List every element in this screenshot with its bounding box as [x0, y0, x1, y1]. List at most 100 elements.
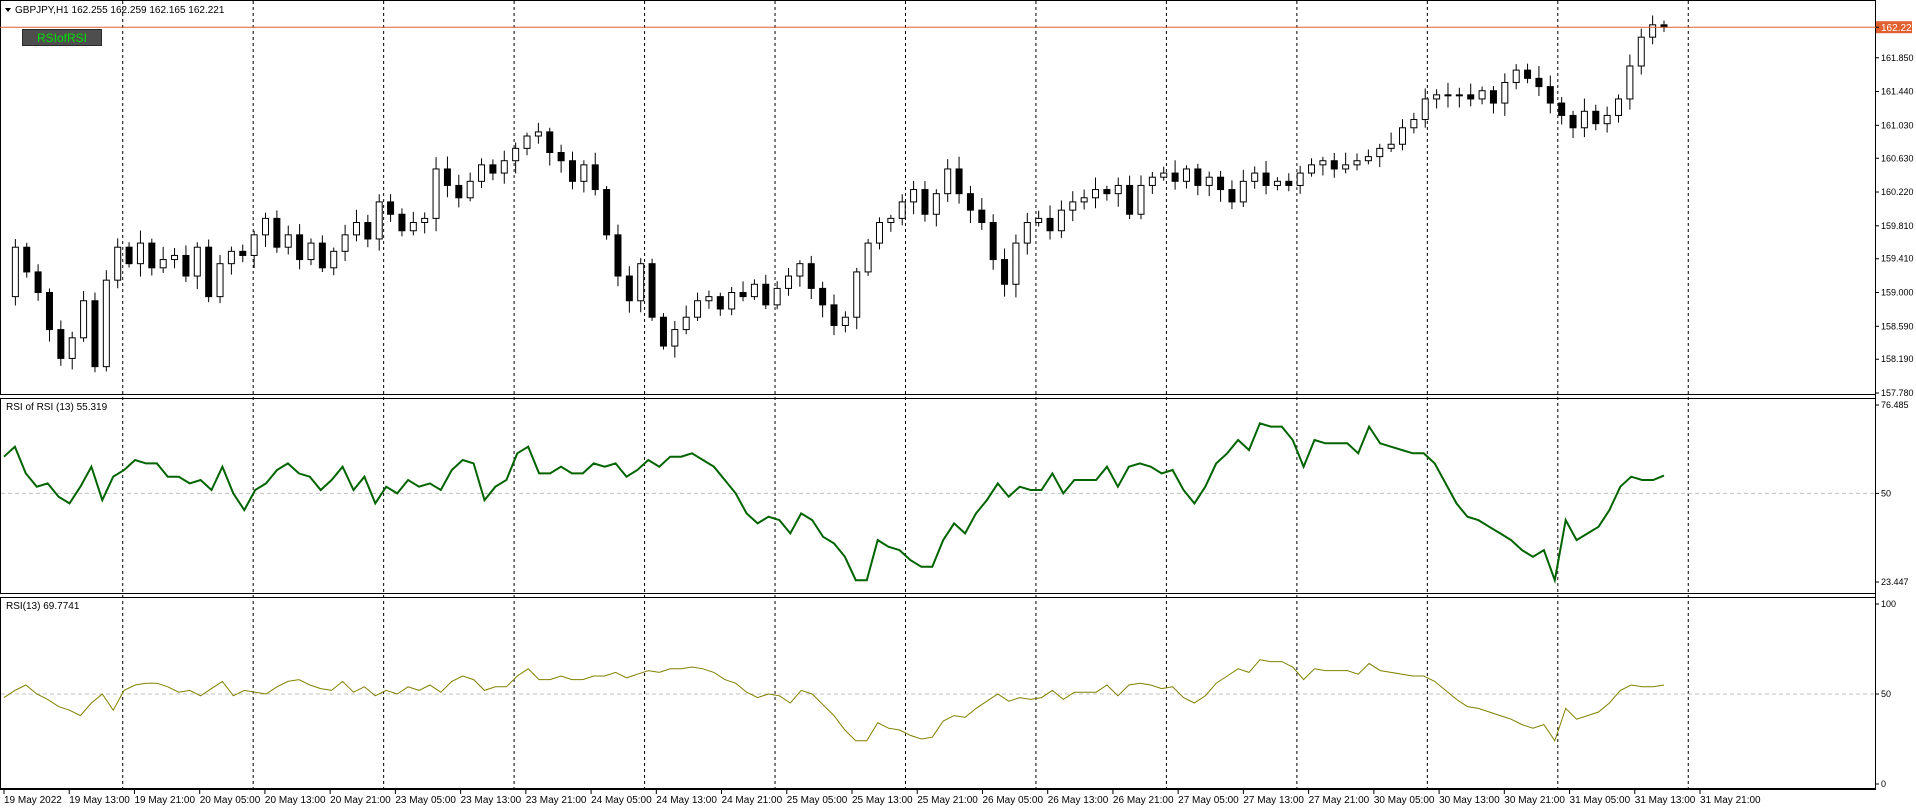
time-tick-label: 31 May 05:00 — [1570, 795, 1631, 806]
time-tick-label: 30 May 21:00 — [1504, 795, 1565, 806]
bull-candle-body — [1353, 160, 1361, 166]
bull-candle-body — [1637, 36, 1645, 67]
bull-candle-body — [671, 329, 679, 347]
bull-candle-body — [523, 135, 531, 149]
bull-candle-body — [478, 164, 486, 182]
chart-window[interactable]: 162.221 161.850 161.440 161.030 160.630 160.… — [0, 0, 1916, 811]
price-tick-label: 161.440 — [1881, 87, 1914, 97]
bull-candle-body — [864, 242, 872, 273]
bear-candle-body — [443, 168, 451, 186]
rsiofrsi-indicator-button[interactable]: RSIofRSI — [22, 29, 102, 46]
bull-candle-body — [841, 316, 849, 326]
bear-candle-body — [364, 222, 372, 240]
time-tick-label: 26 May 21:00 — [1113, 795, 1174, 806]
bull-candle-body — [1455, 94, 1463, 97]
time-tick-label: 31 May 21:00 — [1700, 795, 1761, 806]
price-tick-label: 158.590 — [1881, 321, 1914, 331]
bear-candle-body — [819, 287, 827, 306]
rsi-axis: 100 50 0 — [1876, 599, 1896, 789]
bull-candle-body — [1057, 209, 1065, 232]
price-tick-label: 157.780 — [1881, 388, 1914, 398]
bull-candle-body — [159, 259, 167, 269]
time-tick-label: 23 May 13:00 — [461, 795, 522, 806]
time-axis: 19 May 2022 19 May 13:00 19 May 21:00 20 Ma… — [3, 790, 1761, 806]
bear-candle-body — [591, 164, 599, 191]
bear-candle-body — [966, 193, 974, 211]
bull-candle-body — [136, 242, 144, 265]
candle — [648, 258, 656, 321]
bull-candle-body — [796, 263, 804, 277]
bull-candle-body — [500, 160, 508, 174]
bear-candle-body — [1558, 102, 1566, 116]
bull-candle-body — [875, 222, 883, 244]
price-axis: 161.850 161.440 161.030 160.630 160.220 159.8… — [1876, 26, 1914, 398]
bull-candle-body — [853, 271, 861, 318]
bull-candle-body — [193, 246, 201, 277]
rsi-panel[interactable] — [0, 597, 1876, 789]
bear-candle-body — [625, 275, 633, 302]
time-tick-label: 27 May 05:00 — [1178, 795, 1239, 806]
bull-candle-body — [1364, 156, 1372, 162]
bull-candle-body — [705, 296, 713, 302]
price-tick-label: 159.000 — [1881, 288, 1914, 298]
candle — [102, 270, 110, 372]
bull-candle-body — [102, 279, 110, 368]
bull-candle-body — [682, 316, 690, 331]
bull-candle-body — [375, 201, 383, 240]
time-tick-label: 26 May 05:00 — [982, 795, 1043, 806]
bull-candle-body — [910, 189, 918, 203]
bull-candle-body — [1296, 172, 1304, 186]
bear-candle-body — [989, 222, 997, 261]
bull-candle-body — [1626, 65, 1634, 100]
bear-candle-body — [1217, 176, 1225, 191]
bear-candle-body — [273, 217, 281, 248]
time-tick-label: 26 May 13:00 — [1048, 795, 1109, 806]
candle — [603, 186, 611, 240]
bull-candle-body — [421, 217, 429, 224]
bear-candle-body — [387, 201, 395, 215]
bull-candle-body — [1023, 222, 1031, 244]
bear-candle-body — [1194, 168, 1202, 186]
bull-candle-body — [1615, 98, 1623, 116]
time-tick-label: 19 May 13:00 — [69, 795, 130, 806]
bull-candle-body — [1251, 172, 1259, 182]
bull-candle-body — [1512, 69, 1520, 83]
candle — [205, 239, 213, 303]
time-tick-label: 24 May 13:00 — [656, 795, 717, 806]
time-tick-label: 25 May 21:00 — [917, 795, 978, 806]
bull-candle-body — [1308, 164, 1316, 174]
bear-candle-body — [603, 189, 611, 236]
bull-candle-body — [466, 180, 474, 199]
time-tick-label: 31 May 13:00 — [1635, 795, 1696, 806]
bull-candle-body — [887, 217, 895, 224]
indicator-tick-label: 50 — [1881, 488, 1891, 498]
rsi-of-rsi-title: RSI of RSI (13) 55.319 — [6, 402, 108, 413]
bull-candle-body — [352, 222, 360, 236]
bear-candle-body — [614, 234, 622, 277]
bear-candle-body — [318, 242, 326, 269]
bull-candle-body — [1137, 184, 1145, 215]
time-tick-label: 27 May 21:00 — [1309, 795, 1370, 806]
bull-candle-body — [1421, 98, 1429, 121]
indicator-tick-label: 23.447 — [1881, 577, 1909, 587]
bear-candle-body — [1467, 94, 1475, 100]
bear-candle-body — [1592, 110, 1600, 125]
bull-candle-body — [1649, 24, 1657, 38]
bull-candle-body — [534, 131, 542, 137]
bull-candle-body — [341, 234, 349, 252]
bear-candle-body — [807, 263, 815, 289]
bear-candle-body — [1330, 160, 1338, 170]
bull-candle-body — [637, 263, 645, 302]
rsi-of-rsi-panel[interactable] — [0, 398, 1876, 594]
price-tick-label: 159.810 — [1881, 221, 1914, 231]
bull-candle-body — [898, 201, 906, 219]
bear-candle-body — [1546, 86, 1554, 104]
bear-candle-body — [921, 189, 929, 215]
bull-candle-body — [284, 234, 292, 248]
bear-candle-body — [57, 329, 65, 359]
bull-candle-body — [216, 263, 224, 298]
rsi-title: RSI(13) 69.7741 — [6, 601, 80, 612]
bear-candle-body — [830, 304, 838, 326]
bull-candle-body — [728, 292, 736, 310]
bear-candle-body — [955, 168, 963, 195]
